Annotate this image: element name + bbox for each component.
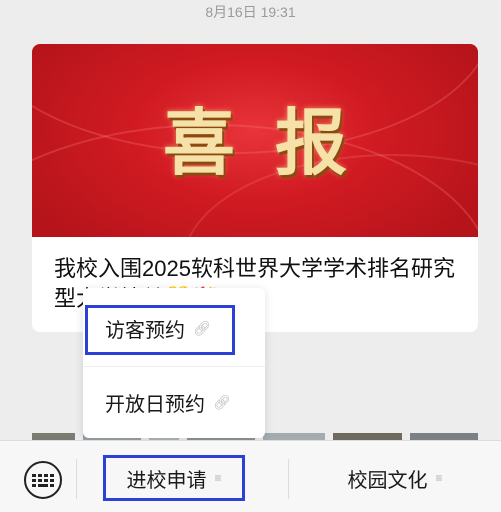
link-icon: 🔗︎ <box>193 319 211 336</box>
menu-list-icon: ≡ <box>435 471 443 485</box>
menu-campus-entry-application[interactable]: 进校申请 ≡ <box>103 455 245 501</box>
submenu-item-visitor-appointment[interactable]: 访客预约 🔗︎ <box>83 292 265 364</box>
menu-list-icon: ≡ <box>214 471 222 485</box>
submenu-item-label: 开放日预约 <box>105 394 205 416</box>
message-timestamp: 8月16日 19:31 <box>205 4 296 20</box>
submenu-item-open-day-appointment[interactable]: 开放日预约 🔗︎ <box>83 366 265 438</box>
menu-divider <box>76 459 77 499</box>
article-banner-image: 喜报 <box>32 44 478 237</box>
menu-label: 校园文化 <box>347 469 428 492</box>
link-icon: 🔗︎ <box>213 394 231 410</box>
menu-divider <box>288 459 289 499</box>
menu-label: 进校申请 <box>126 469 207 492</box>
submenu-popup: 访客预约 🔗︎ 开放日预约 🔗︎ <box>83 288 265 438</box>
official-account-menu-bar: 进校申请 ≡ 校园文化 ≡ <box>0 440 501 512</box>
banner-title: 喜报 <box>162 100 387 185</box>
keyboard-icon[interactable] <box>24 461 62 499</box>
menu-campus-culture[interactable]: 校园文化 ≡ <box>320 455 470 501</box>
submenu-item-label: 访客预约 <box>105 319 185 342</box>
